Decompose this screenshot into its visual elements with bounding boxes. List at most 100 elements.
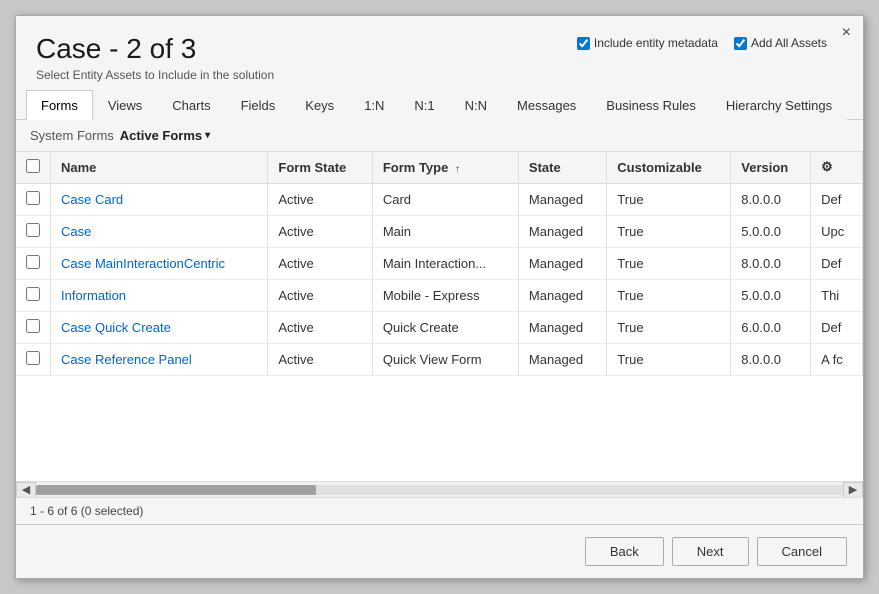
row-state: Managed — [518, 247, 606, 279]
tab-1-n[interactable]: 1:N — [349, 90, 399, 120]
row-form-state: Active — [268, 183, 372, 215]
table-row: Case Reference Panel Active Quick View F… — [16, 343, 863, 375]
add-all-assets-option[interactable]: Add All Assets — [734, 36, 827, 50]
content-area: System Forms Active Forms ▾ Name Form St… — [16, 120, 863, 524]
row-checkbox[interactable] — [26, 255, 40, 269]
close-button[interactable]: × — [842, 24, 851, 42]
status-bar: 1 - 6 of 6 (0 selected) — [16, 497, 863, 524]
col-customizable: Customizable — [607, 152, 731, 184]
include-entity-metadata-checkbox[interactable] — [577, 37, 590, 50]
tab-charts[interactable]: Charts — [157, 90, 225, 120]
row-check[interactable] — [16, 311, 51, 343]
tab-n-1[interactable]: N:1 — [399, 90, 449, 120]
row-name[interactable]: Case Card — [51, 183, 268, 215]
row-state: Managed — [518, 343, 606, 375]
scroll-right-button[interactable]: ▶ — [843, 482, 863, 498]
form-link[interactable]: Case Card — [61, 192, 123, 207]
main-dialog: × Case - 2 of 3 Select Entity Assets to … — [15, 15, 864, 579]
tab-forms[interactable]: Forms — [26, 90, 93, 120]
row-checkbox[interactable] — [26, 191, 40, 205]
active-forms-label: Active Forms — [120, 128, 202, 143]
row-check[interactable] — [16, 183, 51, 215]
row-name[interactable]: Case — [51, 215, 268, 247]
horizontal-scrollbar[interactable]: ◀ ▶ — [16, 481, 863, 497]
row-extra: Upc — [811, 215, 863, 247]
row-state: Managed — [518, 183, 606, 215]
row-form-state: Active — [268, 215, 372, 247]
back-button[interactable]: Back — [585, 537, 664, 566]
row-name[interactable]: Case MainInteractionCentric — [51, 247, 268, 279]
row-customizable: True — [607, 247, 731, 279]
row-customizable: True — [607, 311, 731, 343]
row-form-type: Quick Create — [372, 311, 518, 343]
next-button[interactable]: Next — [672, 537, 749, 566]
add-all-assets-checkbox[interactable] — [734, 37, 747, 50]
table-header: Name Form State Form Type ↑ State Custom… — [16, 152, 863, 184]
tab-keys[interactable]: Keys — [290, 90, 349, 120]
row-checkbox[interactable] — [26, 287, 40, 301]
col-check — [16, 152, 51, 184]
forms-table: Name Form State Form Type ↑ State Custom… — [16, 152, 863, 376]
row-customizable: True — [607, 183, 731, 215]
scroll-left-button[interactable]: ◀ — [16, 482, 36, 498]
form-link[interactable]: Case Reference Panel — [61, 352, 192, 367]
row-state: Managed — [518, 311, 606, 343]
row-version: 5.0.0.0 — [731, 279, 811, 311]
tab-messages[interactable]: Messages — [502, 90, 591, 120]
table-row: Case MainInteractionCentric Active Main … — [16, 247, 863, 279]
row-form-state: Active — [268, 343, 372, 375]
row-version: 8.0.0.0 — [731, 343, 811, 375]
tab-views[interactable]: Views — [93, 90, 157, 120]
row-checkbox[interactable] — [26, 319, 40, 333]
form-link[interactable]: Case MainInteractionCentric — [61, 256, 225, 271]
tab-n-n[interactable]: N:N — [450, 90, 502, 120]
tab-hierarchy-settings[interactable]: Hierarchy Settings — [711, 90, 847, 120]
row-version: 6.0.0.0 — [731, 311, 811, 343]
table-row: Case Active Main Managed True 5.0.0.0 Up… — [16, 215, 863, 247]
row-check[interactable] — [16, 247, 51, 279]
row-name[interactable]: Information — [51, 279, 268, 311]
row-name[interactable]: Case Quick Create — [51, 311, 268, 343]
row-check[interactable] — [16, 343, 51, 375]
add-all-assets-label: Add All Assets — [751, 36, 827, 50]
chevron-down-icon: ▾ — [205, 130, 210, 141]
table-body: Case Card Active Card Managed True 8.0.0… — [16, 183, 863, 375]
include-entity-metadata-label: Include entity metadata — [594, 36, 718, 50]
row-customizable: True — [607, 279, 731, 311]
row-state: Managed — [518, 215, 606, 247]
table-row: Case Card Active Card Managed True 8.0.0… — [16, 183, 863, 215]
scrollbar-thumb[interactable] — [36, 485, 316, 495]
tab-business-rules[interactable]: Business Rules — [591, 90, 711, 120]
row-customizable: True — [607, 343, 731, 375]
include-entity-metadata-option[interactable]: Include entity metadata — [577, 36, 718, 50]
row-check[interactable] — [16, 215, 51, 247]
col-version: Version — [731, 152, 811, 184]
row-check[interactable] — [16, 279, 51, 311]
sort-icon: ↑ — [455, 164, 460, 175]
row-version: 8.0.0.0 — [731, 247, 811, 279]
select-all-checkbox[interactable] — [26, 159, 40, 173]
row-form-state: Active — [268, 279, 372, 311]
row-form-type: Card — [372, 183, 518, 215]
col-form-type[interactable]: Form Type ↑ — [372, 152, 518, 184]
dialog-options: Include entity metadata Add All Assets — [577, 36, 827, 50]
row-form-type: Main Interaction... — [372, 247, 518, 279]
row-checkbox[interactable] — [26, 223, 40, 237]
row-version: 8.0.0.0 — [731, 183, 811, 215]
row-name[interactable]: Case Reference Panel — [51, 343, 268, 375]
row-form-type: Mobile - Express — [372, 279, 518, 311]
dialog-subtitle: Select Entity Assets to Include in the s… — [36, 68, 843, 82]
system-forms-label: System Forms — [30, 128, 114, 143]
system-forms-bar: System Forms Active Forms ▾ — [16, 120, 863, 152]
col-name: Name — [51, 152, 268, 184]
form-link[interactable]: Case Quick Create — [61, 320, 171, 335]
row-checkbox[interactable] — [26, 351, 40, 365]
row-extra: Def — [811, 247, 863, 279]
tab-fields[interactable]: Fields — [226, 90, 291, 120]
cancel-button[interactable]: Cancel — [757, 537, 847, 566]
active-forms-dropdown[interactable]: Active Forms ▾ — [120, 128, 210, 143]
row-version: 5.0.0.0 — [731, 215, 811, 247]
form-link[interactable]: Case — [61, 224, 91, 239]
row-form-type: Main — [372, 215, 518, 247]
form-link[interactable]: Information — [61, 288, 126, 303]
